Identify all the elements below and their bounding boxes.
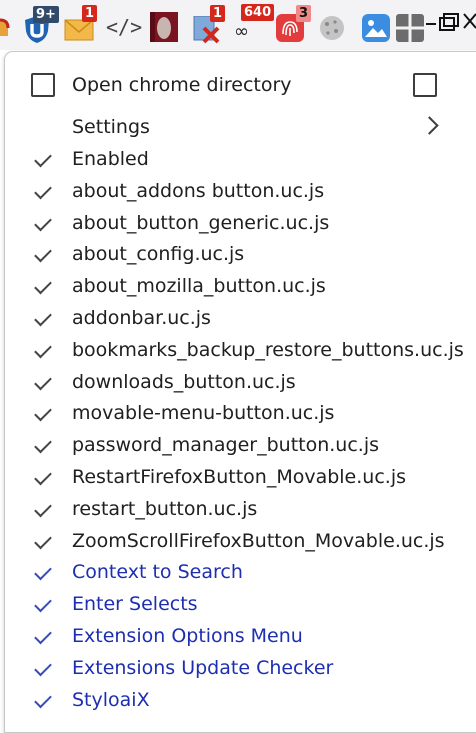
script-menu-item-label: about_addons button.uc.js xyxy=(72,179,325,202)
code-brackets-icon[interactable]: </> xyxy=(106,14,142,44)
checkmark-icon xyxy=(34,499,52,518)
script-menu-item[interactable]: ZoomScrollFirefoxButton_Movable.uc.js xyxy=(5,525,476,557)
settings-submenu-item[interactable]: Settings xyxy=(5,111,476,143)
mail-badge: 1 xyxy=(82,5,98,22)
script-menu-item-label: movable-menu-button.uc.js xyxy=(72,402,335,425)
script-menu-item[interactable]: Extension Options Menu xyxy=(5,620,476,652)
script-menu-item-label: password_manager_button.uc.js xyxy=(72,434,380,457)
checkmark-icon xyxy=(34,594,52,613)
checkmark-icon xyxy=(34,531,52,549)
script-menu-item[interactable]: about_mozilla_button.uc.js xyxy=(5,270,476,302)
checkmark-icon xyxy=(34,690,52,708)
checkmark-icon xyxy=(34,404,52,422)
blocked-badge: 1 xyxy=(210,5,226,22)
script-menu-item[interactable]: restart_button.uc.js xyxy=(5,493,476,525)
checkmark-icon xyxy=(34,213,52,231)
code-brackets-text: </> xyxy=(106,15,143,39)
script-menu-item[interactable]: about_config.uc.js xyxy=(5,238,476,270)
script-menu-item[interactable]: downloads_button.uc.js xyxy=(5,366,476,398)
script-menu-item[interactable]: Enabled xyxy=(5,143,476,175)
script-menu-item-label: about_mozilla_button.uc.js xyxy=(72,275,326,298)
script-menu-item-label: RestartFirefoxButton_Movable.uc.js xyxy=(72,466,406,488)
script-menu-item[interactable]: Extensions Update Checker xyxy=(5,652,476,684)
script-menu-item[interactable]: Enter Selects xyxy=(5,588,476,620)
script-menu-item-label: Extensions Update Checker xyxy=(72,656,334,679)
checkmark-icon xyxy=(34,626,52,645)
checkmark-icon xyxy=(34,276,52,295)
infinity-text: ∞ xyxy=(234,21,249,42)
infinity-counter-icon[interactable]: ∞ xyxy=(234,22,264,52)
script-menu-item[interactable]: StyloaiX xyxy=(5,684,476,716)
open-directory-checkbox[interactable] xyxy=(31,73,55,97)
open-chrome-directory-item[interactable]: Open chrome directory xyxy=(5,69,476,101)
script-menu-item[interactable]: addonbar.uc.js xyxy=(5,302,476,334)
checkmark-icon xyxy=(34,372,52,390)
script-menu-item[interactable]: Context to Search xyxy=(5,556,476,588)
script-menu-item[interactable]: movable-menu-button.uc.js xyxy=(5,397,476,429)
script-menu-item-label: Context to Search xyxy=(72,561,243,584)
checkmark-icon xyxy=(34,308,52,327)
script-menu-item-label: StyloaiX xyxy=(72,688,150,711)
script-menu-item[interactable]: password_manager_button.uc.js xyxy=(5,429,476,461)
script-menu-item[interactable]: about_addons button.uc.js xyxy=(5,175,476,207)
userchrome-scripts-menu: Open chrome directory Settings Enabled ab… xyxy=(4,51,476,733)
counter-badge: 640 xyxy=(241,4,275,21)
script-menu-item-label: restart_button.uc.js xyxy=(72,497,258,520)
checkmark-icon xyxy=(34,658,52,677)
window-controls xyxy=(426,10,476,36)
script-menu-item[interactable]: bookmarks_backup_restore_buttons.uc.js xyxy=(5,334,476,366)
script-menu-item[interactable]: about_button_generic.uc.js xyxy=(5,207,476,239)
script-menu-item-label: ZoomScrollFirefoxButton_Movable.uc.js xyxy=(72,529,445,552)
script-menu-item-label: bookmarks_backup_restore_buttons.uc.js xyxy=(72,338,464,361)
script-menu-item-label: about_config.uc.js xyxy=(72,243,245,266)
settings-label: Settings xyxy=(72,116,150,138)
open-directory-label: Open chrome directory xyxy=(72,74,292,96)
cookie-icon[interactable] xyxy=(318,14,348,44)
script-menu-item-label: Enter Selects xyxy=(72,593,198,616)
script-menu-item-label: Extension Options Menu xyxy=(72,625,303,647)
checkmark-icon xyxy=(34,467,52,486)
red-partial-icon[interactable] xyxy=(0,8,12,38)
grid-puzzle-icon[interactable] xyxy=(396,14,426,44)
script-menu-item[interactable]: RestartFirefoxButton_Movable.uc.js xyxy=(5,461,476,493)
script-menu-item-label: about_button_generic.uc.js xyxy=(72,211,330,234)
photo-thumbnail-icon[interactable] xyxy=(150,12,180,42)
script-menu-item-label: downloads_button.uc.js xyxy=(72,370,296,393)
checkmark-icon xyxy=(34,149,52,168)
browser-toolbar: 9+ 1 </> 1 ∞ 640 3 xyxy=(0,0,476,50)
checkmark-icon xyxy=(34,340,52,359)
checkmark-icon xyxy=(34,245,52,263)
checkmark-icon xyxy=(34,563,52,581)
checkmark-icon xyxy=(34,181,52,200)
fingerprint-badge: 3 xyxy=(296,5,312,22)
image-picture-icon[interactable] xyxy=(362,14,392,44)
ublock-badge: 9+ xyxy=(33,6,59,23)
checkmark-icon xyxy=(34,435,52,454)
script-menu-item-label: addonbar.uc.js xyxy=(72,307,211,329)
open-directory-checkbox-right[interactable] xyxy=(413,73,437,97)
script-menu-item-label: Enabled xyxy=(72,148,149,170)
chevron-right-icon xyxy=(420,116,439,135)
